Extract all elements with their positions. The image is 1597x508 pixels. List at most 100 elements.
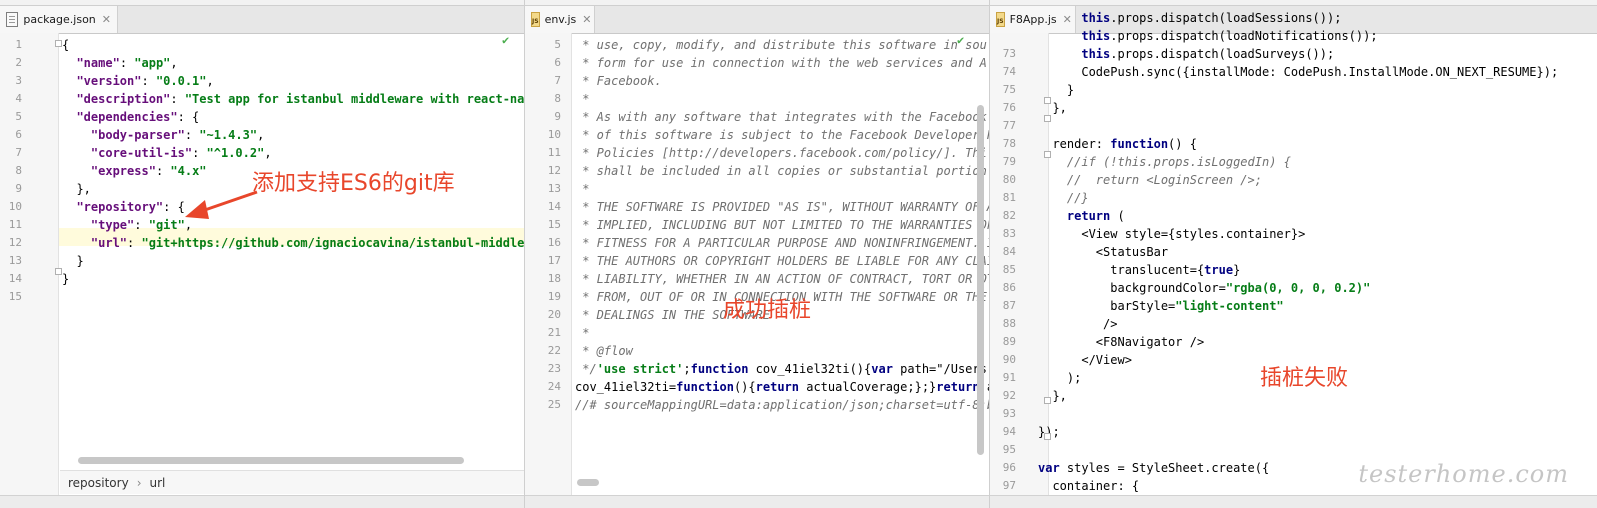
- fold-marker-icon[interactable]: [1044, 115, 1051, 122]
- code-line[interactable]: *: [575, 180, 989, 198]
- code-line[interactable]: * form for use in connection with the we…: [575, 54, 989, 72]
- horizontal-scrollbar[interactable]: [577, 479, 599, 486]
- line-number: 82: [1002, 209, 1016, 222]
- code-line[interactable]: //}: [1038, 189, 1558, 207]
- code-line[interactable]: * use, copy, modify, and distribute this…: [575, 36, 989, 54]
- code-line[interactable]: *: [575, 324, 989, 342]
- code-line[interactable]: }: [1038, 81, 1558, 99]
- code-line[interactable]: });: [1038, 423, 1558, 441]
- code-line[interactable]: "name": "app",: [62, 54, 524, 72]
- close-icon[interactable]: ✕: [102, 13, 111, 26]
- code-line[interactable]: "url": "git+https://github.com/ignacioca…: [62, 234, 524, 252]
- code-line[interactable]: "dependencies": {: [62, 108, 524, 126]
- code-line[interactable]: "version": "0.0.1",: [62, 72, 524, 90]
- code-line[interactable]: {: [62, 36, 524, 54]
- code-line[interactable]: //if (!this.props.isLoggedIn) {: [1038, 153, 1558, 171]
- code-line[interactable]: <View style={styles.container}>: [1038, 225, 1558, 243]
- code-line[interactable]: *: [575, 90, 989, 108]
- annotation-es6-git: 添加支持ES6的git库: [252, 171, 455, 196]
- code-fragment[interactable]: 'use strict';function cov_41iel32ti(){va…: [597, 362, 987, 376]
- fold-marker-icon[interactable]: [55, 40, 62, 47]
- line-number: 1: [15, 38, 22, 51]
- code-line[interactable]: //# sourceMappingURL=data:application/js…: [575, 396, 989, 414]
- fold-marker-icon[interactable]: [55, 268, 62, 275]
- code-line[interactable]: [1038, 441, 1558, 459]
- code-line[interactable]: CodePush.sync({installMode: CodePush.Ins…: [1038, 63, 1558, 81]
- arrow-icon: [185, 190, 258, 219]
- line-number: 4: [15, 92, 22, 105]
- code-line[interactable]: }: [62, 270, 524, 288]
- close-icon[interactable]: ✕: [582, 13, 591, 26]
- code-line[interactable]: this.props.dispatch(loadNotifications())…: [1038, 27, 1558, 45]
- line-number: 80: [1002, 173, 1016, 186]
- code-line[interactable]: * As with any software that integrates w…: [575, 108, 989, 126]
- code-line[interactable]: "repository": {: [62, 198, 524, 216]
- code-line[interactable]: <F8Navigator />: [1038, 333, 1558, 351]
- code-line[interactable]: [62, 288, 524, 306]
- chevron-right-icon: ›: [136, 475, 142, 490]
- line-number: 3: [15, 74, 22, 87]
- code-line[interactable]: // return <LoginScreen />;: [1038, 171, 1558, 189]
- editor-pane-env-js[interactable]: JS env.js ✕ 5 6 7 8 9 10 11 12 13 14 15 16 17 18 19 20 2…: [525, 0, 990, 508]
- code-line[interactable]: */'use strict';function cov_41iel32ti(){…: [575, 360, 989, 378]
- line-number: 12: [547, 164, 561, 177]
- code-line[interactable]: * THE SOFTWARE IS PROVIDED "AS IS", WITH…: [575, 198, 989, 216]
- code-line[interactable]: return (: [1038, 207, 1558, 225]
- code-line[interactable]: * LIABILITY, WHETHER IN AN ACTION OF CON…: [575, 270, 989, 288]
- code-area[interactable]: * use, copy, modify, and distribute this…: [575, 36, 989, 414]
- code-line[interactable]: render: function() {: [1038, 135, 1558, 153]
- code-line[interactable]: },: [1038, 99, 1558, 117]
- code-line[interactable]: * FITNESS FOR A PARTICULAR PURPOSE AND N…: [575, 234, 989, 252]
- code-line[interactable]: [1038, 117, 1558, 135]
- code-line[interactable]: * Facebook.: [575, 72, 989, 90]
- fold-marker-icon[interactable]: [1044, 397, 1051, 404]
- code-line[interactable]: this.props.dispatch(loadSessions());: [1038, 9, 1558, 27]
- line-number: 5: [554, 38, 561, 51]
- code-line[interactable]: "core-util-is": "^1.0.2",: [62, 144, 524, 162]
- line-number: 6: [15, 128, 22, 141]
- code-line[interactable]: * IMPLIED, INCLUDING BUT NOT LIMITED TO …: [575, 216, 989, 234]
- code-line[interactable]: * @flow: [575, 342, 989, 360]
- code-line[interactable]: backgroundColor="rgba(0, 0, 0, 0.2)": [1038, 279, 1558, 297]
- code-line[interactable]: * THE AUTHORS OR COPYRIGHT HOLDERS BE LI…: [575, 252, 989, 270]
- line-number: 96: [1002, 461, 1016, 474]
- code-area[interactable]: this.props.dispatch(loadSessions()); thi…: [1038, 11, 1558, 495]
- vertical-scrollbar[interactable]: [977, 105, 984, 455]
- horizontal-scrollbar[interactable]: [78, 457, 464, 464]
- breadcrumb-item-repository[interactable]: repository: [68, 476, 129, 490]
- editor-pane-package-json[interactable]: package.json ✕ 1 2 3 4 5 6 7 8 9 10 11 12 13 14 15 ✔ {…: [0, 0, 525, 508]
- code-line[interactable]: cov_41iel32ti=function(){return actualCo…: [575, 378, 989, 396]
- line-number: 86: [1002, 281, 1016, 294]
- fold-marker-icon[interactable]: [1044, 433, 1051, 440]
- code-line[interactable]: }: [62, 252, 524, 270]
- code-line[interactable]: <StatusBar: [1038, 243, 1558, 261]
- json-file-icon: [6, 12, 19, 27]
- code-line[interactable]: * shall be included in all copies or sub…: [575, 162, 989, 180]
- code-line[interactable]: this.props.dispatch(loadSurveys());: [1038, 45, 1558, 63]
- tab-env-js[interactable]: JS env.js ✕: [525, 6, 595, 33]
- code-line[interactable]: * of this software is subject to the Fac…: [575, 126, 989, 144]
- code-line[interactable]: "body-parser": "~1.4.3",: [62, 126, 524, 144]
- code-line[interactable]: "type": "git",: [62, 216, 524, 234]
- fold-marker-icon[interactable]: [1044, 97, 1051, 104]
- tab-package-json[interactable]: package.json ✕: [0, 6, 118, 33]
- line-number: 5: [15, 110, 22, 123]
- code-line[interactable]: barStyle="light-content": [1038, 297, 1558, 315]
- line-number: 74: [1002, 65, 1016, 78]
- code-line[interactable]: "description": "Test app for istanbul mi…: [62, 90, 524, 108]
- line-numbers: 73 74 75 76 77 78 79 80 81 82 83 84 85 86 87 88 89 90 91 92…: [990, 45, 1016, 508]
- breadcrumb-item-url[interactable]: url: [150, 476, 166, 490]
- line-number: 13: [8, 254, 22, 267]
- line-number: 14: [8, 272, 22, 285]
- code-line[interactable]: [1038, 405, 1558, 423]
- editor-pane-f8app-js[interactable]: JS F8App.js ✕ 73 74 75 76 77 78 79 80 81 82 83 84 85…: [990, 0, 1597, 508]
- line-number: 19: [547, 290, 561, 303]
- line-number: 83: [1002, 227, 1016, 240]
- code-line[interactable]: />: [1038, 315, 1558, 333]
- line-number: 22: [547, 344, 561, 357]
- code-line[interactable]: translucent={true}: [1038, 261, 1558, 279]
- line-number: 15: [547, 218, 561, 231]
- line-number: 16: [547, 236, 561, 249]
- fold-marker-icon[interactable]: [1044, 151, 1051, 158]
- code-line[interactable]: * Policies [http://developers.facebook.c…: [575, 144, 989, 162]
